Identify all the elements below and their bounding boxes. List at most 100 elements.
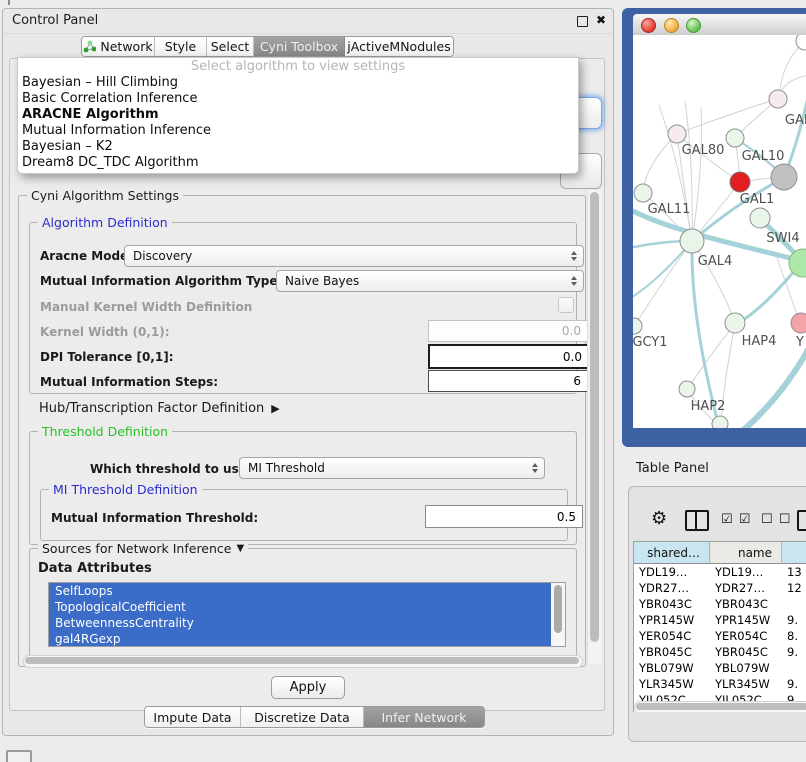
close-traffic-light[interactable] — [641, 18, 656, 33]
dropdown-item[interactable]: Bayesian – K2 — [18, 139, 578, 155]
node-pink[interactable] — [791, 313, 806, 333]
split-columns-icon[interactable] — [685, 510, 709, 531]
tab-impute-data[interactable]: Impute Data — [145, 707, 241, 727]
tab-infer-network[interactable]: Infer Network — [364, 707, 484, 727]
list-item[interactable]: TopologicalCoefficient — [49, 599, 557, 615]
gear-icon[interactable]: ⚙ — [651, 510, 667, 528]
node-unlabeled[interactable] — [712, 416, 728, 428]
table-row[interactable]: YBL079W YBL079W — [634, 660, 806, 676]
node-unlabeled[interactable] — [796, 35, 806, 50]
column-header-name[interactable]: name — [710, 542, 782, 564]
scrollbar-thumb[interactable] — [590, 192, 599, 642]
node-gray[interactable] — [771, 164, 797, 190]
node-swi4[interactable] — [750, 208, 770, 228]
tab-network[interactable]: Network — [82, 37, 155, 56]
node-gal1-selected[interactable] — [730, 172, 750, 192]
table-row[interactable]: YPR145W YPR145W 9. — [634, 612, 806, 628]
which-threshold-combo[interactable]: MI Threshold — [239, 457, 545, 479]
dpi-tolerance-label: DPI Tolerance [0,1]: — [40, 350, 174, 364]
mi-threshold-label: Mutual Information Threshold: — [51, 511, 258, 525]
mi-steps-input[interactable]: 6 — [428, 370, 588, 392]
list-scrollbar[interactable] — [551, 583, 565, 646]
table-row[interactable]: YBR043C YBR043C — [634, 596, 806, 612]
node-hap2[interactable] — [679, 381, 695, 397]
list-item[interactable]: SelfLoops — [49, 583, 557, 599]
control-panel-titlebar: Control Panel ✖ — [3, 9, 613, 34]
dropdown-item[interactable]: Bayesian – Hill Climbing — [18, 75, 578, 91]
node-gal80[interactable] — [668, 125, 686, 143]
apply-button[interactable]: Apply — [271, 676, 345, 699]
dropdown-item[interactable]: Basic Correlation Inference — [18, 91, 578, 107]
table-header: shared… name — [634, 542, 806, 564]
network-canvas[interactable]: GAL GAL80 GAL10 GAL1 GAL11 SWI4 GAL4 GCY… — [633, 35, 806, 428]
table-row[interactable]: YDL19… YDL19… 13 — [634, 564, 806, 580]
node-gcy1[interactable] — [633, 318, 642, 334]
dropdown-item[interactable]: Dream8 DC_TDC Algorithm — [18, 155, 578, 171]
aracne-mode-combo[interactable]: Discovery — [124, 245, 584, 267]
tab-discretize-data[interactable]: Discretize Data — [241, 707, 364, 727]
select-all-columns-icon[interactable]: ☑ ☑ — [721, 512, 751, 527]
column-header-shared-name[interactable]: shared… — [634, 542, 710, 564]
hub-definition-expander[interactable]: Hub/Transcription Factor Definition ▶ — [39, 401, 280, 416]
stepper-icon — [571, 276, 577, 286]
column-header-partial[interactable] — [782, 542, 806, 564]
aracne-mode-label: Aracne Mode: — [40, 249, 133, 263]
threshold-definition-title: Threshold Definition — [38, 424, 172, 439]
cyni-algorithm-settings-group: Cyni Algorithm Settings Algorithm Defini… — [18, 195, 586, 667]
dropdown-item-selected[interactable]: ARACNE Algorithm — [18, 107, 578, 123]
table-row[interactable]: YDR27… YDR27… 12 — [634, 580, 806, 596]
tab-cyni-toolbox[interactable]: Cyni Toolbox — [254, 37, 345, 56]
mi-threshold-input[interactable]: 0.5 — [425, 505, 583, 528]
node-label: GAL80 — [682, 143, 725, 158]
desktop: Control Panel ✖ Network Style Select Cyn… — [0, 0, 806, 762]
collapsed-arrow-icon: ▶ — [271, 402, 279, 415]
settings-hscrollbar[interactable] — [23, 655, 583, 668]
data-attributes-label: Data Attributes — [38, 561, 152, 576]
float-window-icon[interactable] — [577, 16, 588, 27]
tab-select[interactable]: Select — [207, 37, 254, 56]
table-row[interactable]: YBR045C YBR045C 9. — [634, 644, 806, 660]
mi-threshold-group-title: MI Threshold Definition — [49, 482, 202, 497]
node-label: HAP2 — [691, 399, 726, 414]
node-label: GAL1 — [740, 192, 774, 207]
table-row[interactable]: YLR345W YLR345W 9. — [634, 676, 806, 692]
kernel-width-label: Kernel Width (0,1): — [40, 325, 170, 339]
network-window-titlebar[interactable] — [633, 14, 806, 36]
close-icon[interactable]: ✖ — [596, 13, 606, 27]
network-graph: GAL GAL80 GAL10 GAL1 GAL11 SWI4 GAL4 GCY… — [633, 35, 806, 428]
list-item[interactable]: gal4RGexp — [49, 631, 557, 647]
scrollbar-thumb[interactable] — [554, 585, 562, 633]
node-gal10[interactable] — [726, 129, 744, 147]
network-view-window: GAL GAL80 GAL10 GAL1 GAL11 SWI4 GAL4 GCY… — [622, 8, 806, 447]
settings-vscrollbar[interactable] — [587, 190, 601, 664]
list-item[interactable]: BetweennessCentrality — [49, 615, 557, 631]
node-gal4[interactable] — [680, 229, 704, 253]
minimize-traffic-light[interactable] — [664, 18, 679, 33]
node-hap4[interactable] — [725, 313, 745, 333]
tab-style[interactable]: Style — [155, 37, 207, 56]
stepper-icon — [532, 463, 538, 473]
node-label: SWI4 — [766, 231, 799, 246]
table-row[interactable]: YER054C YER054C 8. — [634, 628, 806, 644]
scrollbar-thumb[interactable] — [636, 703, 806, 710]
tab-jactivemnodules[interactable]: jActiveMNodules — [345, 37, 453, 56]
node-label: Y — [795, 335, 804, 350]
document-icon[interactable] — [797, 510, 806, 531]
edge-fragment — [8, 0, 10, 5]
node-label: GCY1 — [633, 335, 668, 350]
node-gal11[interactable] — [634, 184, 652, 202]
scrollbar-thumb[interactable] — [25, 657, 579, 664]
data-attributes-list: SelfLoops TopologicalCoefficient Between… — [48, 582, 566, 647]
mi-type-combo[interactable]: Naive Bayes — [276, 270, 584, 292]
dropdown-item[interactable]: Mutual Information Inference — [18, 123, 578, 139]
zoom-traffic-light[interactable] — [686, 18, 701, 33]
node-gal7[interactable] — [769, 90, 787, 108]
table-hscrollbar[interactable] — [634, 701, 806, 712]
kernel-width-input[interactable]: 0.0 — [428, 320, 588, 342]
dpi-tolerance-input[interactable]: 0.0 — [428, 344, 590, 369]
deselect-all-columns-icon[interactable]: ☐ ☐ — [761, 512, 791, 527]
sources-expander[interactable]: Sources for Network Inference ▼ — [38, 541, 248, 556]
manual-kernel-checkbox[interactable] — [558, 297, 574, 313]
node-label: HAP4 — [742, 334, 777, 349]
algorithm-definition-group: Algorithm Definition Aracne Mode: Discov… — [29, 222, 577, 394]
